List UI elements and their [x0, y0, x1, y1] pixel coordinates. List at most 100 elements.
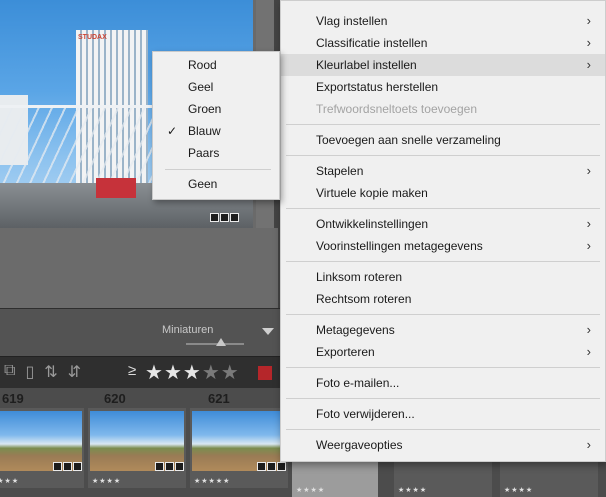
- submenu-item-label: Geel: [188, 80, 214, 94]
- main-photo-badges: [210, 213, 239, 222]
- menu-item-label: Classificatie instellen: [316, 36, 428, 50]
- thumbnail-size-label: Miniaturen: [162, 324, 214, 336]
- keyword-tag-icon: [210, 213, 219, 222]
- thumbnail-badges: [53, 462, 82, 471]
- keyword-tag-icon: [257, 462, 266, 471]
- frame-number: 620: [104, 391, 126, 406]
- menu-item-label: Toevoegen aan snelle verzameling: [316, 133, 501, 147]
- rating-filter-operator[interactable]: ≥: [128, 362, 136, 379]
- submenu-item-purple[interactable]: Paars: [153, 142, 279, 164]
- menu-item-develop-settings[interactable]: Ontwikkelinstellingen ›: [281, 213, 605, 235]
- sort-reverse-icon[interactable]: ⇵: [68, 362, 81, 382]
- edited-icon: [230, 213, 239, 222]
- menu-item-metadata-presets[interactable]: Voorinstellingen metagegevens ›: [281, 235, 605, 257]
- submenu-item-yellow[interactable]: Geel: [153, 76, 279, 98]
- menu-item-label: Vlag instellen: [316, 14, 388, 28]
- submenu-item-none[interactable]: Geen: [153, 173, 279, 195]
- submenu-arrow-icon: ›: [586, 344, 591, 359]
- submenu-item-label: Blauw: [188, 124, 221, 138]
- star-icon[interactable]: ★: [145, 362, 164, 384]
- thumbnail-rating: ★★★★: [504, 487, 534, 494]
- menu-item-reset-export-status[interactable]: Exportstatus herstellen: [281, 76, 605, 98]
- photo-building-logo: STUDAX: [78, 34, 107, 41]
- menu-item-add-quick-collection[interactable]: Toevoegen aan snelle verzameling: [281, 129, 605, 151]
- thumbnail-rating: ★★★★: [92, 478, 122, 485]
- star-icon[interactable]: ★: [164, 362, 183, 384]
- submenu-arrow-icon: ›: [586, 57, 591, 72]
- star-icon[interactable]: ★: [202, 362, 221, 384]
- submenu-arrow-icon: ›: [586, 216, 591, 231]
- menu-separator: [286, 155, 600, 156]
- thumbnail-rating: ★★★★: [398, 487, 428, 494]
- submenu-item-red[interactable]: Rood: [153, 54, 279, 76]
- toolbar-options-chevron-icon[interactable]: [262, 328, 274, 335]
- keyword-tag-icon: [53, 462, 62, 471]
- submenu-item-label: Geen: [188, 177, 218, 191]
- thumbnail-rating: ★★★★: [296, 487, 326, 494]
- menu-separator: [286, 398, 600, 399]
- color-label-filter-red[interactable]: [258, 366, 272, 380]
- sort-icon[interactable]: ⇅: [44, 362, 57, 382]
- survey-icon[interactable]: ▯: [25, 362, 34, 382]
- compare-icon[interactable]: ⧉: [4, 362, 15, 382]
- comment-icon: [220, 213, 229, 222]
- submenu-separator: [165, 169, 271, 170]
- filmstrip-thumbnail[interactable]: ★★★★★: [190, 408, 288, 488]
- submenu-item-green[interactable]: Groen: [153, 98, 279, 120]
- menu-item-label: Exportstatus herstellen: [316, 80, 439, 94]
- menu-item-label: Foto verwijderen...: [316, 407, 415, 421]
- submenu-item-blue[interactable]: ✓ Blauw: [153, 120, 279, 142]
- menu-item-create-virtual-copy[interactable]: Virtuele kopie maken: [281, 182, 605, 204]
- rating-filter-stars[interactable]: ★★★★★: [145, 360, 240, 385]
- menu-item-label: Trefwoordsneltoets toevoegen: [316, 102, 477, 116]
- keyword-tag-icon: [155, 462, 164, 471]
- menu-item-label: Exporteren: [316, 345, 375, 359]
- menu-item-label: Linksom roteren: [316, 270, 403, 284]
- menu-item-metadata[interactable]: Metagegevens ›: [281, 319, 605, 341]
- thumbnail-size-slider[interactable]: [186, 343, 244, 345]
- menu-item-label: Voorinstellingen metagegevens: [316, 239, 483, 253]
- menu-item-set-color-label[interactable]: Kleurlabel instellen ›: [281, 54, 605, 76]
- menu-item-label: Weergaveopties: [316, 438, 403, 452]
- menu-item-stacking[interactable]: Stapelen ›: [281, 160, 605, 182]
- menu-item-export[interactable]: Exporteren ›: [281, 341, 605, 363]
- submenu-item-label: Paars: [188, 146, 220, 160]
- menu-separator: [286, 314, 600, 315]
- filmstrip-thumbnail[interactable]: ★★★★: [88, 408, 186, 488]
- submenu-arrow-icon: ›: [586, 437, 591, 452]
- slider-knob-icon[interactable]: [216, 338, 226, 346]
- submenu-item-label: Groen: [188, 102, 222, 116]
- menu-item-label: Ontwikkelinstellingen: [316, 217, 429, 231]
- filmstrip-thumbnail[interactable]: ★★★★: [394, 462, 492, 497]
- context-menu: Vlag instellen › Classificatie instellen ›…: [280, 0, 606, 462]
- menu-separator: [286, 429, 600, 430]
- menu-separator: [286, 367, 600, 368]
- submenu-arrow-icon: ›: [586, 322, 591, 337]
- star-icon[interactable]: ★: [183, 362, 202, 384]
- menu-item-set-flag[interactable]: Vlag instellen ›: [281, 10, 605, 32]
- menu-item-label: Kleurlabel instellen: [316, 58, 417, 72]
- filmstrip-thumbnail-selected[interactable]: ★★★★: [292, 462, 378, 497]
- comment-icon: [165, 462, 174, 471]
- menu-item-set-rating[interactable]: Classificatie instellen ›: [281, 32, 605, 54]
- star-icon[interactable]: ★: [221, 362, 240, 384]
- menu-item-rotate-left[interactable]: Linksom roteren: [281, 266, 605, 288]
- comment-icon: [267, 462, 276, 471]
- filmstrip-thumbnail[interactable]: ★★★★: [0, 408, 84, 488]
- menu-item-label: Foto e-mailen...: [316, 376, 400, 390]
- frame-number: 621: [208, 391, 230, 406]
- menu-item-delete-photo[interactable]: Foto verwijderen...: [281, 403, 605, 425]
- menu-item-label: Stapelen: [316, 164, 364, 178]
- filmstrip-thumbnail[interactable]: ★★★★: [500, 462, 598, 497]
- menu-item-email-photo[interactable]: Foto e-mailen...: [281, 372, 605, 394]
- edited-icon: [73, 462, 82, 471]
- submenu-arrow-icon: ›: [586, 163, 591, 178]
- menu-item-label: Virtuele kopie maken: [316, 186, 428, 200]
- edited-icon: [277, 462, 286, 471]
- menu-item-rotate-right[interactable]: Rechtsom roteren: [281, 288, 605, 310]
- menu-item-label: Metagegevens: [316, 323, 395, 337]
- edited-icon: [175, 462, 184, 471]
- checkmark-icon: ✓: [167, 124, 178, 138]
- thumbnail-rating: ★★★★: [0, 478, 20, 485]
- menu-item-view-options[interactable]: Weergaveopties ›: [281, 434, 605, 456]
